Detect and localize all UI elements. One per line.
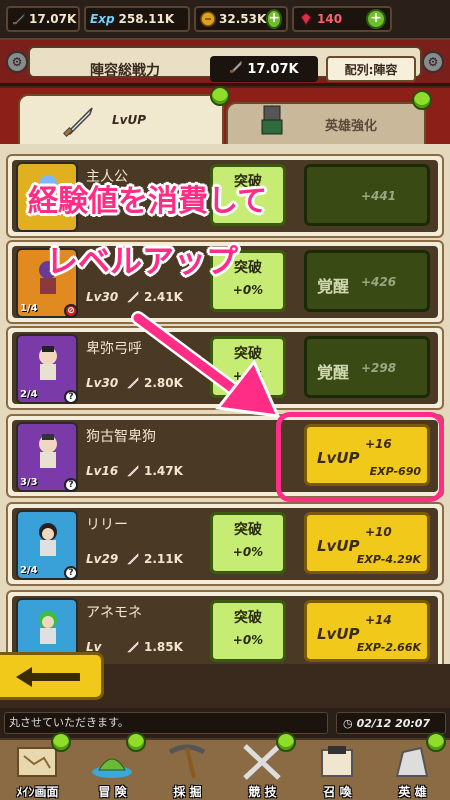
break-button[interactable]: 突破 +0% — [210, 512, 286, 574]
gear-icon: ⚙ — [422, 51, 444, 73]
resource-gold-value: 32.53K — [219, 12, 267, 26]
tab-lvup-label: LvUP — [111, 113, 146, 127]
tab-hero-enhance[interactable]: 英雄強化 — [226, 90, 432, 144]
resource-exp: Exp 258.11K — [84, 6, 190, 32]
awaken-button[interactable]: 覚醒 +298 — [304, 336, 430, 398]
notification-dot — [210, 86, 230, 106]
awaken-button[interactable]: 覚醒 +426 — [304, 250, 430, 312]
back-button[interactable] — [0, 652, 104, 700]
nav-mining[interactable]: 採 掘 — [150, 740, 225, 800]
team-power-bar: ⚙ 陣容総戦力 17.07K 配列:陣容 ⚙ — [0, 40, 450, 86]
hero-level: Lv30 — [86, 290, 119, 304]
hero-stars: 2/4 — [20, 389, 38, 400]
resource-power: 17.07K — [6, 6, 80, 32]
coin-icon — [200, 11, 216, 27]
team-power-label: 陣容総戦力 — [90, 63, 160, 79]
team-power-value: 17.07K — [247, 61, 299, 77]
help-icon: ? — [64, 390, 78, 404]
hero-level: Lv29 — [86, 552, 119, 566]
resource-bar: 17.07K Exp 258.11K 32.53K + 140 + — [0, 0, 450, 40]
nav-summon[interactable]: 召 喚 — [300, 740, 375, 800]
sword-icon — [60, 104, 96, 147]
break-button[interactable]: 突破 +0% — [210, 600, 286, 662]
sword-icon — [126, 464, 140, 478]
tab-hero-enhance-label: 英雄強化 — [324, 118, 377, 134]
hero-stars: 3/3 — [20, 477, 38, 488]
lvup-button[interactable]: LvUP +10 EXP-4.29K — [304, 512, 430, 574]
hero-stars: 1/4 — [20, 303, 38, 314]
knight-icon — [261, 105, 283, 135]
hero-power: 1.47K — [126, 464, 183, 478]
chat-ticker[interactable]: 丸させていただきます。 — [4, 712, 328, 734]
sword-icon — [126, 290, 140, 304]
clock-value: 02/12 20:07 — [356, 716, 431, 730]
notification-dot — [412, 90, 432, 110]
sword-icon — [229, 60, 243, 78]
sword-icon — [126, 640, 140, 654]
tab-bar: LvUP 英雄強化 — [0, 86, 450, 147]
app-screen: 17.07K Exp 258.11K 32.53K + 140 + ⚙ 陣容総戦… — [0, 0, 450, 800]
hero-avatar — [39, 346, 57, 380]
exp-icon: Exp — [90, 12, 115, 26]
add-gold-button[interactable]: + — [266, 9, 282, 29]
resource-gold: 32.53K + — [194, 6, 288, 32]
hero-avatar — [39, 523, 57, 556]
hero-portrait[interactable]: 2/4 ? — [16, 334, 78, 404]
hero-row: 2/4 ? リリー Lv29 2.11K 突破 +0% LvUP +10 EXP… — [6, 502, 444, 586]
notification-dot — [126, 732, 146, 752]
hero-portrait[interactable]: 3/3 ? — [16, 422, 78, 492]
hero-portrait[interactable]: 2/4 ? — [16, 510, 78, 580]
add-gem-button[interactable]: + — [366, 9, 386, 29]
team-power-value-box: 17.07K — [210, 56, 318, 82]
arrow-left-icon — [16, 667, 80, 687]
help-icon: ? — [64, 566, 78, 580]
sword-icon — [12, 11, 26, 27]
resource-gem: 140 + — [292, 6, 392, 32]
awaken-button[interactable]: +441 — [304, 164, 430, 226]
hero-power: 2.11K — [126, 552, 183, 566]
clock-icon: ◷ — [343, 716, 353, 730]
summon-scroll-icon — [321, 746, 353, 777]
nav-main-screen[interactable]: ﾒｲﾝ画面 — [0, 732, 75, 800]
gear-icon: ⚙ — [6, 51, 28, 73]
lvup-button[interactable]: LvUP +14 EXP-2.66K — [304, 600, 430, 662]
annotation-highlight — [276, 412, 444, 502]
awaken-gain: +441 — [361, 189, 397, 203]
team-power-panel: 陣容総戦力 17.07K 配列:陣容 — [28, 46, 422, 82]
notification-dot — [51, 732, 71, 752]
notification-dot — [276, 732, 296, 752]
hero-power: 2.41K — [126, 290, 183, 304]
nav-arena[interactable]: 競 技 — [225, 732, 300, 800]
annotation-arrow — [131, 311, 281, 418]
resource-power-value: 17.07K — [29, 12, 77, 26]
no-entry-icon: ⊘ — [64, 304, 78, 318]
hero-name: リリー — [86, 517, 128, 533]
annotation-caption-line1: 経験値を消費して — [28, 184, 268, 219]
bottom-nav: ﾒｲﾝ画面 冒 険 採 掘 競 技 召 喚 英 雄 — [0, 732, 450, 800]
hero-level: Lv30 — [86, 376, 119, 390]
tab-lvup[interactable]: LvUP — [18, 86, 230, 147]
hero-avatar — [39, 434, 57, 468]
nav-adventure[interactable]: 冒 険 — [75, 732, 150, 800]
pickaxe-icon — [168, 744, 206, 779]
hero-name: アネモネ — [86, 605, 142, 621]
hero-level: Lv16 — [86, 464, 119, 478]
hero-power: 1.85K — [126, 640, 183, 654]
nav-heroes[interactable]: 英 雄 — [375, 732, 450, 800]
sword-icon — [126, 552, 140, 566]
notification-dot — [426, 732, 446, 752]
hero-stars: 2/4 — [20, 565, 38, 576]
resource-gem-value: 140 — [317, 12, 343, 26]
help-icon: ? — [64, 478, 78, 492]
hero-avatar — [39, 611, 57, 644]
ruby-icon — [298, 11, 314, 27]
resource-exp-value: 258.11K — [118, 12, 175, 26]
annotation-caption-line2: レベルアップ — [46, 242, 239, 280]
formation-button[interactable]: 配列:陣容 — [326, 56, 416, 82]
clock: ◷ 02/12 20:07 — [336, 712, 446, 734]
